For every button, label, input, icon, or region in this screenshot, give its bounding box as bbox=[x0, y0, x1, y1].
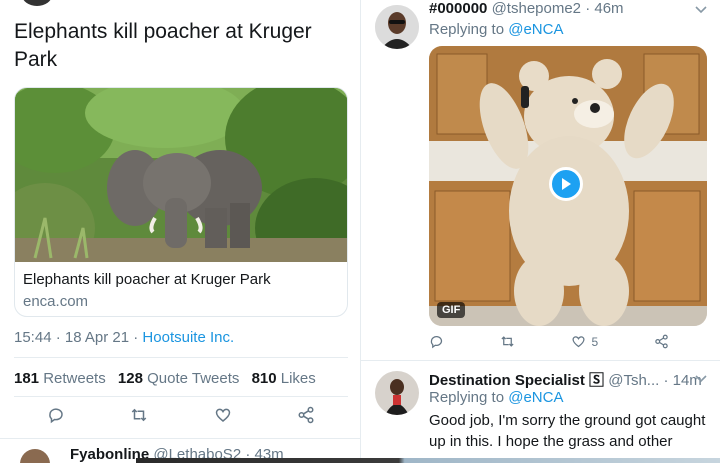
avatar-image bbox=[375, 371, 419, 415]
mention-link[interactable]: @eNCA bbox=[508, 21, 563, 38]
reply-icon bbox=[430, 336, 443, 349]
card-title: Elephants kill poacher at Kruger Park bbox=[23, 271, 271, 288]
author-handle-time[interactable]: @Tsh... · 14m bbox=[608, 372, 702, 389]
author-handle-time[interactable]: @tshepome2 · 46m bbox=[492, 0, 624, 17]
divider bbox=[0, 438, 360, 439]
like-count: 5 bbox=[591, 334, 599, 349]
reply-avatar[interactable] bbox=[375, 5, 419, 49]
share-icon bbox=[655, 334, 668, 349]
reply-button[interactable] bbox=[47, 406, 65, 424]
tweet-header: Destination Specialist 🅂 @Tsh... · 14m bbox=[429, 369, 702, 390]
quote-tweets-stat[interactable]: 128 Quote Tweets bbox=[118, 370, 239, 387]
partial-media-strip bbox=[136, 458, 720, 463]
tweet-meta: 15:44 · 18 Apr 21 · Hootsuite Inc. bbox=[14, 329, 234, 346]
card-domain: enca.com bbox=[23, 293, 89, 310]
author-avatar[interactable] bbox=[22, 0, 52, 6]
retweets-stat[interactable]: 181 Retweets bbox=[14, 370, 106, 387]
chevron-down-icon[interactable] bbox=[695, 6, 707, 14]
reply-icon bbox=[48, 408, 63, 424]
avatar-image bbox=[375, 5, 419, 49]
tweet-text: Elephants kill poacher at Kruger Park bbox=[14, 20, 312, 71]
reply-button[interactable] bbox=[429, 334, 444, 349]
retweet-icon bbox=[131, 408, 147, 422]
divider bbox=[361, 360, 720, 361]
reply-avatar[interactable] bbox=[375, 371, 419, 415]
chevron-down-icon[interactable] bbox=[695, 375, 707, 383]
tweet-text: Good job, I'm sorry the ground got caugh… bbox=[429, 412, 706, 450]
retweet-button[interactable] bbox=[500, 334, 515, 349]
play-icon bbox=[562, 178, 571, 190]
retweet-icon bbox=[501, 336, 514, 347]
divider bbox=[14, 396, 348, 397]
card-image-elephant bbox=[15, 88, 347, 262]
author-name[interactable]: #000000 bbox=[429, 0, 487, 17]
author-name[interactable]: Destination Specialist 🅂 bbox=[429, 372, 604, 389]
share-icon bbox=[298, 406, 314, 424]
likes-stat[interactable]: 810 Likes bbox=[252, 370, 316, 387]
divider bbox=[14, 357, 348, 358]
tweet-stats: 181 Retweets 128 Quote Tweets 810 Likes bbox=[14, 370, 324, 387]
replying-to: Replying to @eNCA bbox=[429, 389, 564, 406]
replying-to: Replying to @eNCA bbox=[429, 21, 564, 38]
tweet-header: #000000 @tshepome2 · 46m bbox=[429, 0, 624, 17]
share-button[interactable] bbox=[297, 406, 315, 424]
tweet-source-link[interactable]: Hootsuite Inc. bbox=[142, 329, 234, 346]
tweet-timestamp[interactable]: 15:44 · 18 Apr 21 · bbox=[14, 329, 142, 346]
like-button[interactable]: 5 bbox=[571, 334, 599, 349]
like-button[interactable] bbox=[214, 406, 232, 424]
expanded-tweet-pane: Elephants kill poacher at Kruger Park El… bbox=[0, 0, 360, 463]
mention-link[interactable]: @eNCA bbox=[508, 389, 563, 406]
gif-badge: GIF bbox=[437, 302, 466, 318]
retweet-button[interactable] bbox=[130, 406, 148, 424]
tweet-actions bbox=[14, 406, 348, 424]
gif-media[interactable]: GIF bbox=[429, 46, 707, 326]
share-button[interactable] bbox=[654, 334, 669, 349]
like-icon bbox=[571, 336, 585, 348]
link-card[interactable]: Elephants kill poacher at Kruger Park en… bbox=[14, 87, 348, 317]
like-icon bbox=[215, 408, 231, 422]
play-button[interactable] bbox=[549, 167, 583, 201]
tweet-actions: 5 bbox=[429, 334, 669, 349]
reply-author-avatar[interactable] bbox=[20, 449, 50, 463]
replies-pane: #000000 @tshepome2 · 46m Replying to @eN… bbox=[360, 0, 720, 463]
